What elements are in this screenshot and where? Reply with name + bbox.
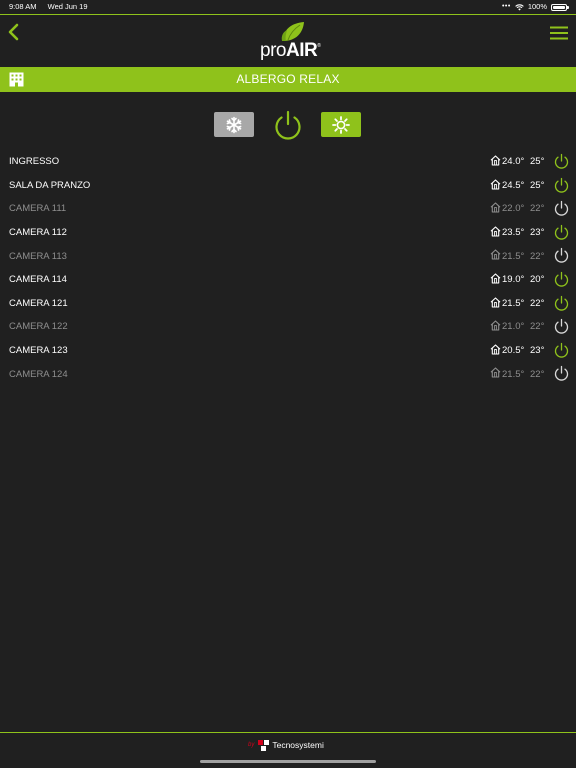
home-temperature-icon — [490, 249, 501, 260]
zone-power-icon[interactable] — [553, 200, 570, 217]
zone-power-icon[interactable] — [553, 153, 570, 170]
hamburger-menu-icon[interactable] — [550, 26, 568, 40]
home-temperature-icon — [490, 344, 501, 355]
footer-divider — [0, 732, 576, 733]
zone-setpoint[interactable]: 22° — [530, 251, 544, 262]
zone-power-icon[interactable] — [553, 318, 570, 335]
zone-name: CAMERA 113 — [9, 250, 67, 262]
zone-row[interactable]: CAMERA 111 22.0° 22° — [0, 197, 576, 221]
zone-name: CAMERA 121 — [9, 297, 68, 309]
home-temperature-icon — [490, 367, 501, 378]
zone-setpoint[interactable]: 22° — [530, 321, 544, 332]
status-bar: 9:08 AM Wed Jun 19 ••• 100% — [0, 0, 576, 14]
cool-mode-button[interactable] — [214, 112, 254, 137]
location-bar: ALBERGO RELAX — [0, 67, 576, 92]
zone-setpoint[interactable]: 23° — [530, 227, 544, 238]
zone-name: CAMERA 124 — [9, 368, 68, 380]
zone-name: CAMERA 122 — [9, 321, 68, 333]
tecnosystemi-logo-icon — [258, 739, 270, 751]
zone-power-icon[interactable] — [553, 271, 570, 288]
status-time: 9:08 AM — [9, 2, 37, 11]
heat-mode-button[interactable] — [321, 112, 361, 137]
zone-current-temp: 24.0° — [502, 156, 525, 168]
footer-brand-name: Tecnosystemi — [272, 740, 324, 750]
zone-row[interactable]: CAMERA 124 21.5° 22° — [0, 362, 576, 386]
zone-setpoint[interactable]: 22° — [530, 369, 544, 380]
home-temperature-icon — [490, 320, 501, 331]
back-chevron-icon[interactable] — [6, 23, 22, 41]
status-date: Wed Jun 19 — [47, 2, 88, 11]
zone-power-icon[interactable] — [553, 342, 570, 359]
proair-logo: proAIR® — [258, 21, 324, 61]
home-temperature-icon — [490, 179, 501, 190]
battery-percent: 100% — [527, 2, 547, 11]
home-indicator[interactable] — [200, 760, 376, 763]
zone-current-temp: 21.5° — [502, 250, 525, 262]
zone-setpoint[interactable]: 25° — [530, 156, 544, 167]
zone-row[interactable]: CAMERA 121 21.5° 22° — [0, 292, 576, 316]
zone-name: INGRESSO — [9, 156, 60, 168]
location-title: ALBERGO RELAX — [236, 72, 340, 86]
zone-row[interactable]: CAMERA 112 23.5° 23° — [0, 221, 576, 245]
mode-controls — [0, 108, 576, 144]
zone-power-icon[interactable] — [553, 365, 570, 382]
home-temperature-icon — [490, 273, 501, 284]
zone-setpoint[interactable]: 23° — [530, 345, 544, 356]
zone-current-temp: 19.0° — [502, 274, 525, 286]
zone-row[interactable]: CAMERA 113 21.5° 22° — [0, 244, 576, 268]
zone-name: CAMERA 112 — [9, 227, 67, 239]
main-power-button[interactable] — [272, 109, 304, 141]
zone-row[interactable]: CAMERA 114 19.0° 20° — [0, 268, 576, 292]
zone-row[interactable]: INGRESSO 24.0° 25° — [0, 150, 576, 174]
zone-current-temp: 22.0° — [502, 203, 525, 215]
wifi-icon — [515, 3, 524, 10]
home-temperature-icon — [490, 226, 501, 237]
footer-brand: by Tecnosystemi — [248, 737, 324, 753]
zone-setpoint[interactable]: 22° — [530, 203, 544, 214]
nav-bar: proAIR® — [0, 15, 576, 67]
zone-row[interactable]: CAMERA 122 21.0° 22° — [0, 315, 576, 339]
zone-row[interactable]: SALA DA PRANZO 24.5° 25° — [0, 174, 576, 198]
zone-setpoint[interactable]: 20° — [530, 274, 544, 285]
snowflake-icon — [226, 116, 242, 133]
zone-setpoint[interactable]: 25° — [530, 180, 544, 191]
zone-name: CAMERA 114 — [9, 274, 67, 286]
zone-name: CAMERA 111 — [9, 203, 67, 215]
zone-setpoint[interactable]: 22° — [530, 298, 544, 309]
zone-power-icon[interactable] — [553, 295, 570, 312]
zone-current-temp: 21.5° — [502, 368, 525, 380]
zone-current-temp: 23.5° — [502, 227, 525, 239]
zone-name: CAMERA 123 — [9, 345, 68, 357]
zone-current-temp: 20.5° — [502, 345, 525, 357]
sun-icon — [332, 115, 350, 134]
home-temperature-icon — [490, 155, 501, 166]
zone-power-icon[interactable] — [553, 177, 570, 194]
home-temperature-icon — [490, 202, 501, 213]
logo-wordmark: proAIR® — [260, 40, 321, 61]
home-temperature-icon — [490, 297, 501, 308]
zone-power-icon[interactable] — [553, 247, 570, 264]
zone-current-temp: 21.5° — [502, 297, 525, 309]
zone-current-temp: 24.5° — [502, 179, 525, 191]
zone-row[interactable]: CAMERA 123 20.5° 23° — [0, 339, 576, 363]
zone-list: INGRESSO 24.0° 25° SALA DA PRANZO 24.5° … — [0, 150, 576, 386]
zone-power-icon[interactable] — [553, 224, 570, 241]
battery-icon — [551, 3, 569, 11]
zone-current-temp: 21.0° — [502, 321, 525, 333]
signal-dots-icon: ••• — [501, 3, 511, 10]
footer-by: by — [248, 742, 255, 748]
zone-name: SALA DA PRANZO — [9, 179, 91, 191]
